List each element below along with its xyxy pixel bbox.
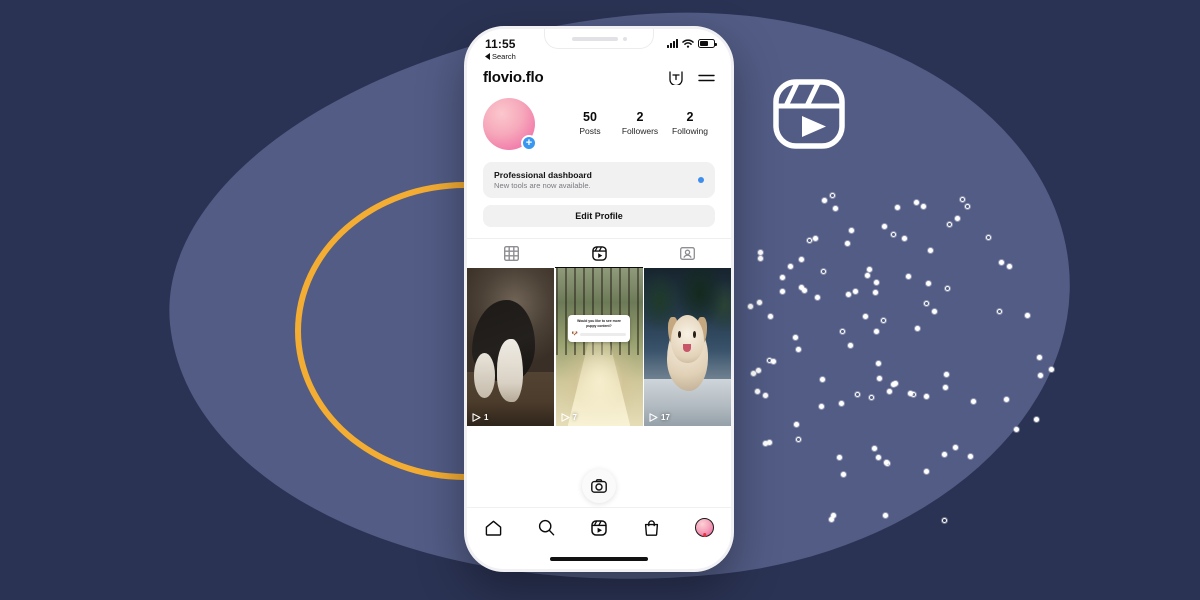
reels-logo-icon <box>772 78 846 150</box>
bottom-navigation <box>467 507 731 547</box>
puppy-head <box>670 315 705 363</box>
home-icon <box>485 520 502 536</box>
camera-fab-button[interactable] <box>582 469 616 503</box>
edit-profile-button[interactable]: Edit Profile <box>483 205 715 227</box>
stat-following-label: Following <box>672 125 708 136</box>
threads-badge-icon[interactable] <box>668 70 684 85</box>
nav-reels[interactable] <box>573 519 626 536</box>
puppy-mouth <box>683 343 691 352</box>
reel-thumbnail-3[interactable]: 17 <box>644 268 731 426</box>
search-icon <box>538 519 554 536</box>
back-arrow-icon <box>485 53 490 60</box>
reel-3-views-count: 17 <box>661 413 670 422</box>
dashboard-title: Professional dashboard <box>494 170 592 180</box>
play-count-icon <box>472 413 481 422</box>
professional-dashboard-card[interactable]: Professional dashboard New tools are now… <box>483 162 715 198</box>
stat-following-count: 2 <box>686 110 694 125</box>
status-back-label: Search <box>492 52 516 61</box>
dog-emoji-icon: 🐶 <box>571 330 578 337</box>
reel-1-image <box>467 268 554 426</box>
reel-2-views-count: 7 <box>572 413 577 422</box>
tab-tagged[interactable] <box>643 239 731 268</box>
status-indicators <box>667 39 717 48</box>
battery-icon <box>698 39 717 48</box>
reels-icon <box>591 519 607 536</box>
stat-posts-label: Posts <box>579 125 601 136</box>
scene-root: 11:55 Search flovio.flo + 50 Posts 2 Fol… <box>0 0 1200 600</box>
phone-mockup: 11:55 Search flovio.flo + 50 Posts 2 Fol… <box>464 26 734 572</box>
nav-shop[interactable] <box>625 519 678 536</box>
page-title: flovio.flo <box>483 69 544 86</box>
add-story-button[interactable]: + <box>521 135 537 151</box>
collie-leg <box>473 353 495 398</box>
reel-2-image: Would you like to see more puppy content… <box>555 268 643 426</box>
profile-tabs <box>467 238 731 268</box>
collie-chest <box>496 339 523 403</box>
front-camera <box>622 36 627 41</box>
hamburger-menu-icon[interactable] <box>698 72 715 84</box>
nav-search[interactable] <box>520 519 573 536</box>
camera-icon <box>591 479 607 493</box>
cellular-signal-icon <box>667 39 678 48</box>
reel-1-views-count: 1 <box>484 413 489 422</box>
tab-grid[interactable] <box>467 239 555 268</box>
question-sticker-answer-row: 🐶 <box>571 330 627 337</box>
question-sticker: Would you like to see more puppy content… <box>567 315 631 342</box>
home-indicator <box>550 557 648 561</box>
decorative-dot <box>942 518 947 524</box>
reel-1-views: 1 <box>472 413 488 422</box>
profile-stats: 50 Posts 2 Followers 2 Following <box>565 110 715 138</box>
play-count-icon <box>560 413 570 422</box>
grid-icon <box>503 245 519 261</box>
profile-notification-badge <box>702 533 707 537</box>
status-back-link[interactable]: Search <box>485 52 713 61</box>
reel-2-views: 7 <box>560 413 577 422</box>
reel-3-views: 17 <box>649 413 670 422</box>
nav-profile[interactable] <box>678 518 731 537</box>
stat-posts[interactable]: 50 Posts <box>565 110 615 138</box>
reels-icon <box>591 245 607 261</box>
question-sticker-text: Would you like to see more puppy content… <box>577 319 621 328</box>
earpiece-speaker <box>571 36 618 41</box>
shopping-bag-icon <box>645 519 659 536</box>
play-count-icon <box>649 413 658 422</box>
tagged-person-icon <box>679 246 695 260</box>
wifi-icon <box>682 39 694 48</box>
reel-thumbnail-1[interactable]: 1 <box>467 268 554 426</box>
stat-posts-count: 50 <box>583 110 597 125</box>
stat-following[interactable]: 2 Following <box>665 110 715 138</box>
phone-notch <box>544 29 654 49</box>
dashboard-unread-dot <box>698 177 704 183</box>
stat-followers-count: 2 <box>636 110 644 125</box>
reel-thumbnail-2[interactable]: Would you like to see more puppy content… <box>555 268 643 426</box>
decorative-dot <box>1034 416 1040 422</box>
reel-3-image <box>644 268 731 426</box>
tab-reels[interactable] <box>555 239 643 268</box>
reels-grid: 1 Would you like to see more puppy conte… <box>467 268 731 426</box>
header-actions <box>668 70 715 85</box>
profile-summary: + 50 Posts 2 Followers 2 Following <box>467 94 731 151</box>
avatar[interactable]: + <box>483 98 537 151</box>
stat-followers-label: Followers <box>621 125 659 136</box>
stat-followers[interactable]: 2 Followers <box>615 110 665 138</box>
answer-input-bar <box>579 332 627 336</box>
profile-header: flovio.flo <box>467 67 731 94</box>
nav-home[interactable] <box>467 520 520 536</box>
dashboard-subtitle: New tools are now available. <box>494 181 591 190</box>
